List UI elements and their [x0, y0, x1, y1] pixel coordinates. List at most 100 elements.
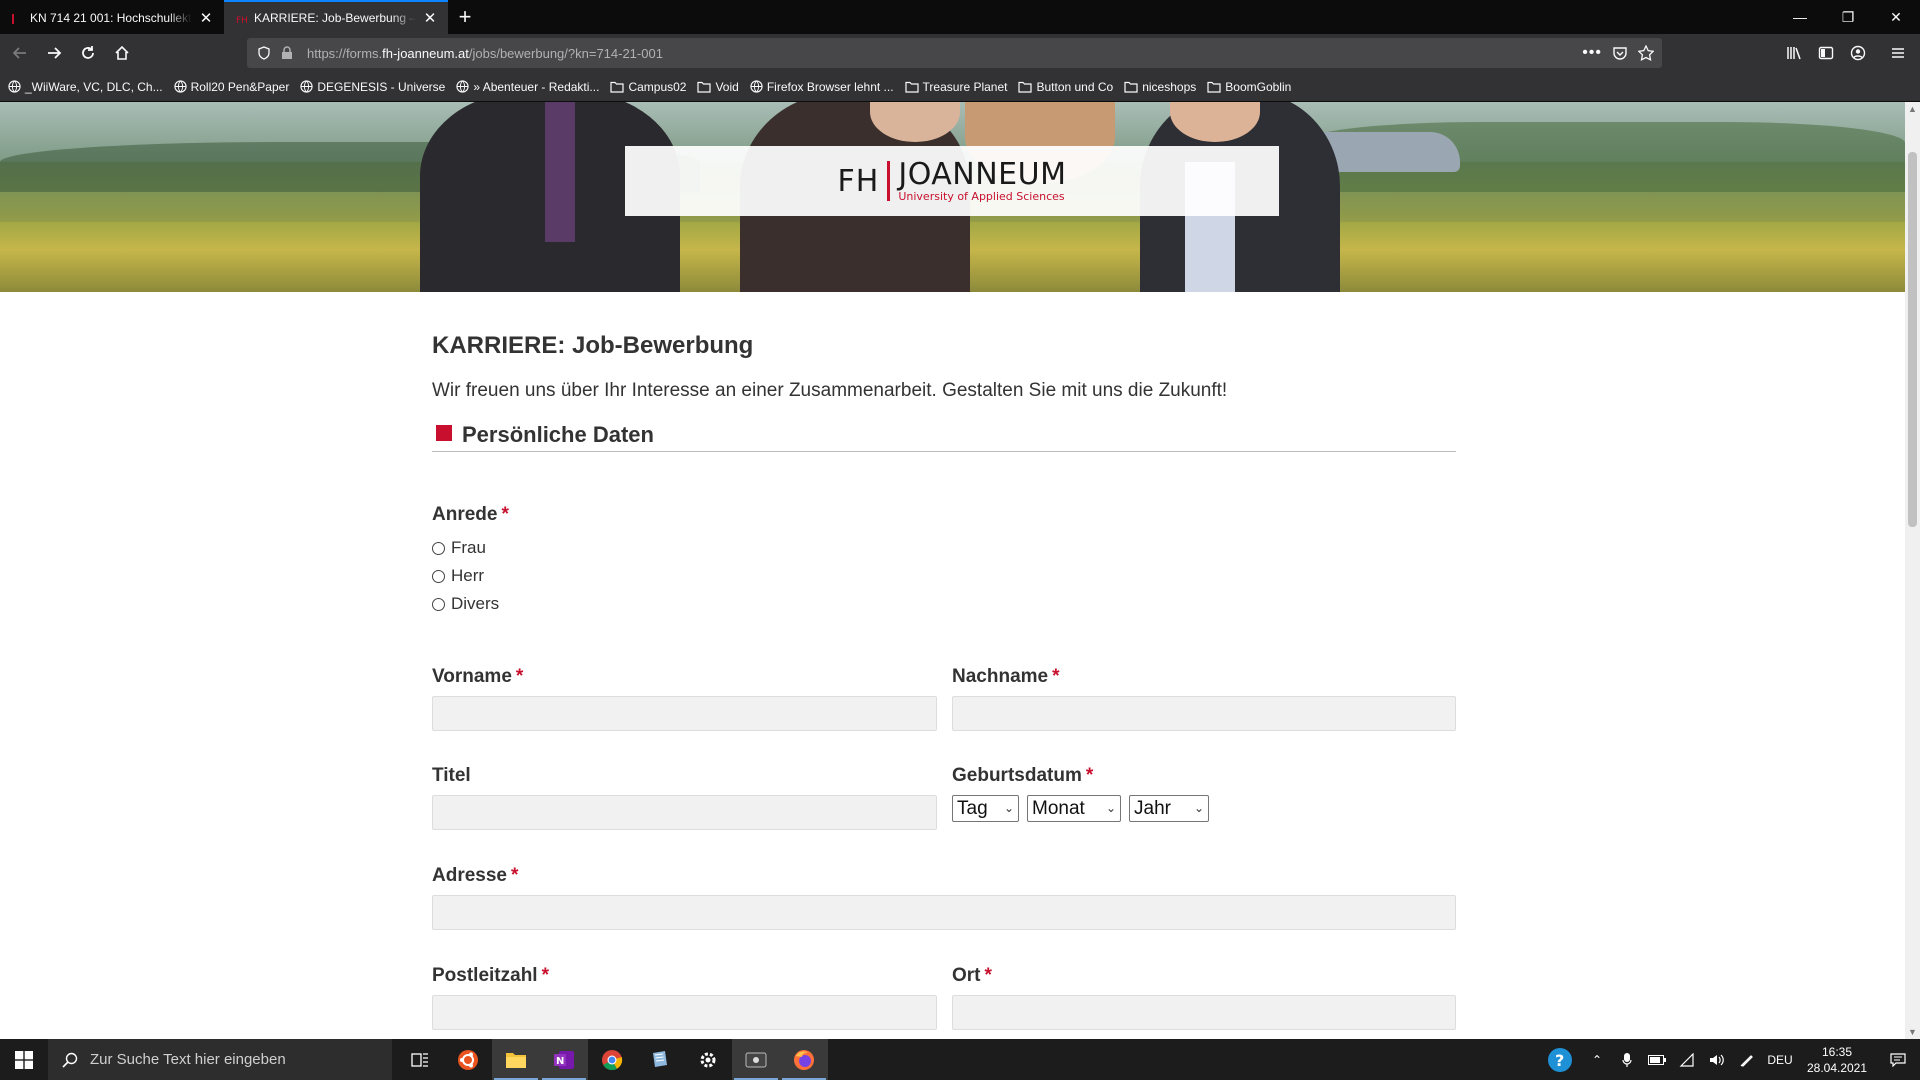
microphone-icon[interactable]: [1612, 1039, 1642, 1080]
bookmark-item[interactable]: Void: [697, 79, 739, 94]
favicon-icon: FH: [236, 16, 248, 25]
battery-icon[interactable]: [1642, 1039, 1672, 1080]
adresse-input[interactable]: [432, 895, 1456, 930]
minimize-icon[interactable]: —: [1776, 0, 1824, 34]
required-mark: *: [515, 666, 524, 687]
bookmark-item[interactable]: niceshops: [1124, 80, 1196, 94]
anrede-radio-divers[interactable]: Divers: [432, 594, 499, 614]
bookmark-item[interactable]: Roll20 Pen&Paper: [173, 80, 289, 94]
language-indicator[interactable]: DEU: [1762, 1039, 1798, 1080]
wifi-icon[interactable]: [1672, 1039, 1702, 1080]
notifications-icon[interactable]: [1876, 1039, 1920, 1080]
adresse-label-text: Adresse: [432, 865, 507, 886]
bookmark-item[interactable]: _WiiWare, VC, DLC, Ch...: [8, 80, 163, 94]
favicon-icon: [12, 14, 14, 24]
ort-label: Ort *: [952, 965, 992, 987]
folder-icon: [904, 81, 923, 93]
lock-icon[interactable]: [281, 46, 293, 60]
required-mark: *: [501, 504, 509, 525]
close-window-icon[interactable]: ✕: [1872, 0, 1920, 34]
logo-divider: [887, 161, 891, 201]
new-tab-button[interactable]: +: [448, 0, 482, 34]
forward-icon[interactable]: [38, 37, 70, 69]
file-explorer-icon[interactable]: [492, 1039, 540, 1080]
page-scrollbar[interactable]: ▲ ▼: [1905, 102, 1920, 1039]
library-icon[interactable]: [1778, 37, 1810, 69]
url-text[interactable]: https://forms.fh-joanneum.at/jobs/bewerb…: [307, 46, 663, 61]
nachname-input[interactable]: [952, 696, 1456, 731]
url-path: /jobs/bewerbung/?kn=714-21-001: [468, 45, 663, 61]
close-tab-icon[interactable]: ✕: [198, 10, 214, 27]
restore-icon[interactable]: ❐: [1824, 0, 1872, 34]
bookmark-item[interactable]: Campus02: [610, 80, 686, 94]
settings-gear-icon[interactable]: [684, 1039, 732, 1080]
tab-job-bewerbung[interactable]: FH KARRIERE: Job-Bewerbung – JO ✕: [224, 0, 448, 34]
media-app-icon[interactable]: [732, 1039, 780, 1080]
url-domain: fh-joanneum.at: [382, 45, 469, 61]
bookmark-item[interactable]: BoomGoblin: [1207, 80, 1291, 94]
tag-select[interactable]: Tag ⌄: [952, 795, 1019, 822]
onenote-icon[interactable]: N: [540, 1039, 588, 1080]
menu-icon[interactable]: [1882, 37, 1914, 69]
pen-icon[interactable]: [1732, 1039, 1762, 1080]
task-view-icon[interactable]: [396, 1039, 444, 1080]
ort-label-text: Ort: [952, 965, 981, 986]
url-bar[interactable]: https://forms.fh-joanneum.at/jobs/bewerb…: [247, 38, 1662, 68]
svg-text:FH: FH: [236, 16, 248, 25]
folder-icon: [1124, 81, 1142, 93]
logo-fh: FH: [837, 163, 880, 199]
radio-circle[interactable]: [432, 569, 445, 583]
bookmark-item[interactable]: Button und Co: [1018, 80, 1113, 94]
monat-select[interactable]: Monat ⌄: [1027, 795, 1121, 822]
adresse-label: Adresse *: [432, 865, 518, 887]
bookmark-item[interactable]: Firefox Browser lehnt ...: [750, 80, 894, 94]
tab-title: KARRIERE: Job-Bewerbung – JO: [254, 11, 416, 25]
logo-name: JOANNEUM: [898, 156, 1067, 192]
ubuntu-icon[interactable]: [444, 1039, 492, 1080]
close-tab-icon[interactable]: ✕: [422, 10, 438, 27]
taskbar-clock[interactable]: 16:35 28.04.2021: [1798, 1044, 1876, 1076]
page-actions-icon[interactable]: •••: [1582, 44, 1602, 62]
chrome-icon[interactable]: [588, 1039, 636, 1080]
fh-joanneum-logo[interactable]: FH JOANNEUM University of Applied Scienc…: [837, 156, 1067, 203]
titel-input[interactable]: [432, 795, 937, 830]
url-prefix: https://forms.: [307, 45, 383, 61]
account-icon[interactable]: [1842, 37, 1874, 69]
volume-icon[interactable]: [1702, 1039, 1732, 1080]
ort-input[interactable]: [952, 995, 1456, 1030]
monat-select-value: Monat: [1032, 797, 1085, 819]
vorname-input[interactable]: [432, 696, 937, 731]
radio-circle[interactable]: [432, 541, 445, 555]
logo-box: FH JOANNEUM University of Applied Scienc…: [625, 146, 1279, 216]
shield-icon[interactable]: [257, 46, 271, 60]
help-icon[interactable]: ?: [1538, 1039, 1582, 1080]
anrede-radio-herr[interactable]: Herr: [432, 566, 484, 586]
home-icon[interactable]: [106, 37, 138, 69]
jahr-select[interactable]: Jahr ⌄: [1129, 795, 1209, 822]
postleitzahl-label-text: Postleitzahl: [432, 965, 538, 986]
notepad-app-icon[interactable]: [636, 1039, 684, 1080]
reload-icon[interactable]: [72, 37, 104, 69]
bookmark-label: Void: [715, 79, 739, 94]
scrollbar-thumb[interactable]: [1908, 152, 1917, 527]
back-icon[interactable]: [4, 37, 36, 69]
postleitzahl-input[interactable]: [432, 995, 937, 1030]
firefox-icon[interactable]: [780, 1039, 828, 1080]
hero-banner-image: FH JOANNEUM University of Applied Scienc…: [0, 102, 1905, 292]
bookmark-star-icon[interactable]: [1638, 45, 1654, 61]
anrede-radio-frau[interactable]: Frau: [432, 538, 486, 558]
tab-hochschullektor[interactable]: KN 714 21 001: Hochschullekto ✕: [0, 0, 224, 34]
bookmark-item[interactable]: » Abenteuer - Redakti...: [456, 80, 599, 94]
scroll-down-icon[interactable]: ▼: [1908, 1027, 1917, 1037]
show-hidden-icons-chevron-up-icon[interactable]: ⌃: [1582, 1039, 1612, 1080]
sidebar-icon[interactable]: [1810, 37, 1842, 69]
taskbar-search[interactable]: Zur Suche Text hier eingeben: [48, 1039, 392, 1080]
windows-start-icon[interactable]: [0, 1039, 48, 1080]
bookmark-item[interactable]: Treasure Planet: [904, 80, 1007, 94]
logo-text: JOANNEUM University of Applied Sciences: [898, 156, 1067, 203]
radio-circle[interactable]: [432, 597, 445, 611]
pocket-icon[interactable]: [1612, 45, 1628, 61]
scroll-up-icon[interactable]: ▲: [1908, 104, 1917, 114]
bookmark-label: Campus02: [628, 79, 687, 94]
bookmark-item[interactable]: DEGENESIS - Universe: [300, 80, 445, 94]
